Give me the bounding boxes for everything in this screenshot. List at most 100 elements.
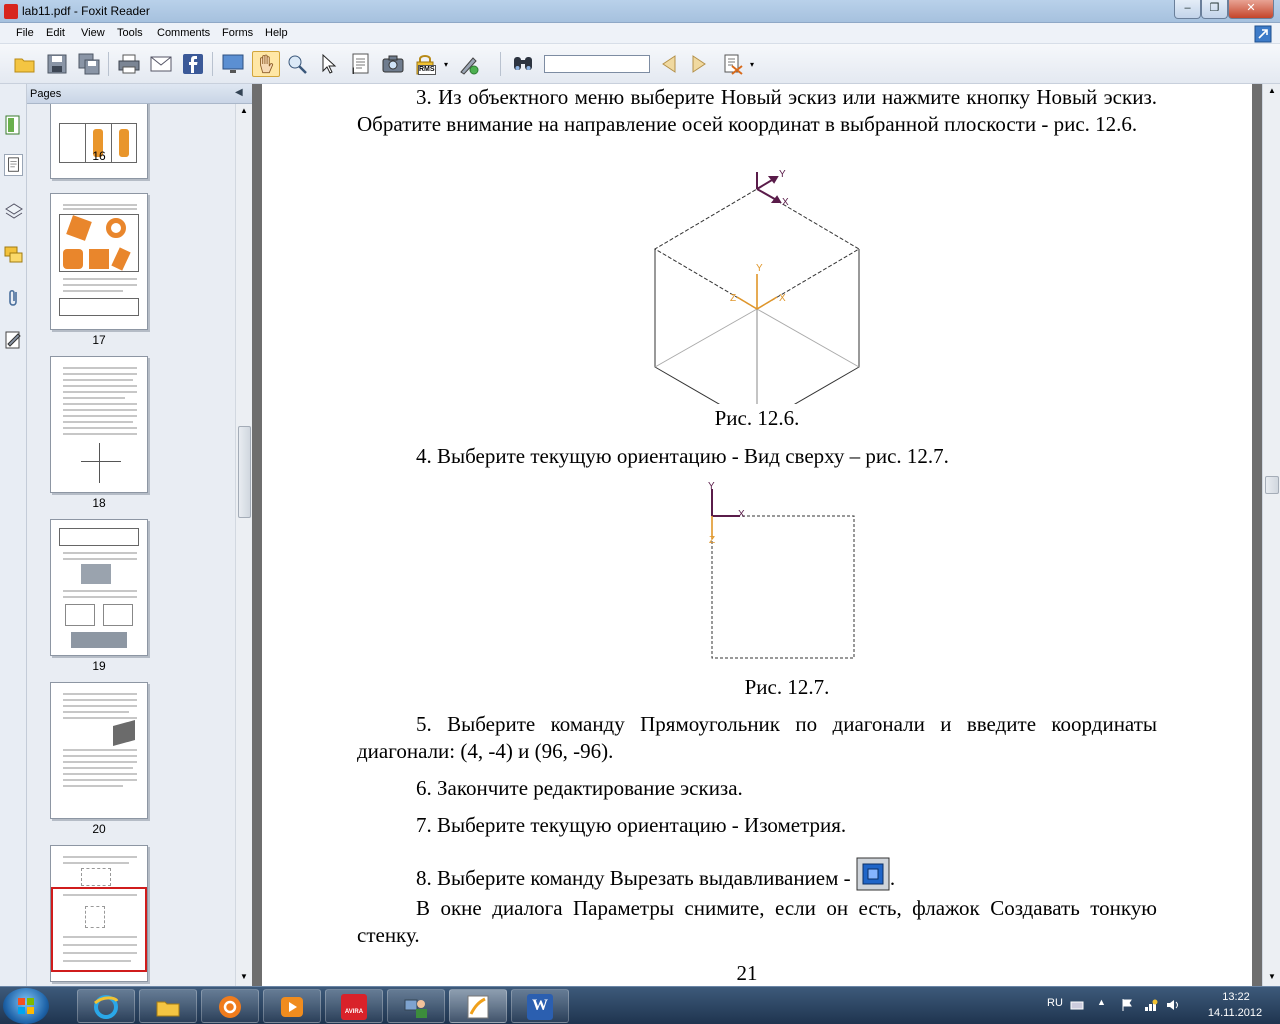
maximize-button[interactable]: ❐ — [1201, 0, 1228, 19]
keyboard-icon[interactable] — [1070, 998, 1084, 1012]
thumbnail-scrollbar[interactable]: ▲ ▼ — [235, 104, 252, 986]
print-icon[interactable] — [118, 53, 140, 75]
svg-text:I: I — [352, 66, 355, 75]
action-center-flag-icon[interactable] — [1120, 998, 1134, 1012]
volume-icon[interactable] — [1166, 998, 1180, 1012]
hand-tool-icon[interactable] — [252, 51, 280, 77]
restore-pane-icon[interactable] — [1254, 25, 1272, 43]
page-thumbnail-19[interactable] — [50, 519, 148, 656]
find-input[interactable] — [544, 55, 650, 73]
scroll-up-icon[interactable]: ▲ — [240, 106, 248, 115]
rms-icon[interactable]: RMS — [414, 53, 436, 75]
page-thumbnail-18[interactable] — [50, 356, 148, 493]
paragraph-6: 6. Закончите редактирование эскиза. — [416, 776, 743, 800]
menu-forms[interactable]: Forms — [222, 27, 253, 39]
taskbar-media-player[interactable] — [263, 989, 321, 1023]
avira-icon: AVIRA — [341, 994, 367, 1020]
scroll-down-icon[interactable]: ▼ — [240, 972, 248, 981]
select-text-icon[interactable] — [286, 53, 308, 75]
toolbar-separator — [108, 52, 109, 76]
document-view: 3. Из объектного меню выберите Новый эск… — [252, 84, 1262, 986]
signatures-icon[interactable] — [4, 329, 23, 351]
axis-x-label: X — [782, 197, 789, 208]
document-scrollbar[interactable]: ▲ ▼ — [1262, 84, 1280, 986]
layers-icon[interactable] — [4, 199, 23, 221]
figure-12-7-top-view: Y X Z — [708, 481, 855, 659]
page-thumbnail-17[interactable] — [50, 193, 148, 330]
find-icon[interactable] — [512, 53, 534, 75]
page-thumbnail-16[interactable] — [50, 104, 148, 179]
page-number-19: 19 — [92, 659, 106, 673]
clock-time[interactable]: 13:22 — [1205, 991, 1267, 1003]
comments-icon[interactable] — [4, 244, 23, 266]
language-indicator[interactable]: RU — [1047, 997, 1063, 1009]
camera-icon[interactable] — [382, 53, 404, 75]
page-thumbnail-20[interactable] — [50, 682, 148, 819]
doc-scroll-down-icon[interactable]: ▼ — [1268, 972, 1276, 981]
figure-12-7-caption: Рис. 12.7. — [744, 675, 830, 699]
rms-label: RMS — [418, 65, 436, 75]
explorer-icon — [156, 1001, 180, 1017]
taskbar-mail[interactable] — [201, 989, 259, 1023]
mail-icon — [219, 996, 241, 1018]
taskbar-ie[interactable] — [77, 989, 135, 1023]
axis-y-label: Y — [779, 169, 786, 180]
page-number: 21 — [736, 961, 758, 985]
sign-icon[interactable] — [458, 53, 480, 75]
title-bar: lab11.pdf - Foxit Reader – ❐ ✕ — [0, 0, 1280, 23]
network-status-icon[interactable] — [1144, 998, 1158, 1012]
menu-help[interactable]: Help — [265, 27, 288, 39]
paragraph-3: 3. Из объектного меню выберите Новый эск… — [357, 85, 1157, 136]
clock-date[interactable]: 14.11.2012 — [1198, 1007, 1272, 1019]
show-hidden-icons[interactable]: ▲ — [1097, 997, 1106, 1007]
save-icon[interactable] — [46, 53, 68, 75]
open-icon[interactable] — [14, 53, 36, 75]
menu-file[interactable]: File — [16, 27, 34, 39]
menu-comments[interactable]: Comments — [157, 27, 210, 39]
find-previous-icon[interactable] — [658, 53, 680, 75]
page-number-17: 17 — [92, 333, 106, 347]
thumbnail-scroll-thumb[interactable] — [238, 426, 251, 518]
attachments-icon[interactable] — [4, 287, 23, 309]
find-next-icon[interactable] — [688, 53, 710, 75]
taskbar-foxit-active[interactable] — [449, 989, 507, 1023]
facebook-icon[interactable] — [182, 53, 204, 75]
media-player-icon — [281, 997, 303, 1017]
collapse-panel-icon[interactable]: ◀ — [235, 87, 243, 98]
taskbar-explorer[interactable] — [139, 989, 197, 1023]
save-as-icon[interactable] — [78, 53, 100, 75]
menu-tools[interactable]: Tools — [117, 27, 143, 39]
document-scroll-thumb[interactable] — [1265, 476, 1279, 494]
fullscreen-icon[interactable] — [222, 53, 244, 75]
ie-icon — [94, 995, 119, 1019]
minimize-button[interactable]: – — [1174, 0, 1201, 19]
taskbar-avira[interactable]: AVIRA — [325, 989, 383, 1023]
windows-logo-icon — [18, 998, 34, 1014]
start-button[interactable] — [3, 988, 49, 1024]
axis-z-label: Z — [730, 293, 736, 304]
pages-panel-title: Pages — [30, 88, 62, 100]
axis-y-label-orange: Y — [756, 263, 763, 274]
select-icon[interactable] — [318, 53, 340, 75]
search-options-dropdown-icon[interactable]: ▾ — [750, 60, 754, 69]
axis-z-label-top: Z — [709, 535, 715, 546]
taskbar-network-app[interactable] — [387, 989, 445, 1023]
email-icon[interactable] — [150, 53, 172, 75]
doc-scroll-up-icon[interactable]: ▲ — [1268, 86, 1276, 95]
pages-icon[interactable] — [4, 154, 23, 176]
close-button[interactable]: ✕ — [1228, 0, 1274, 19]
menu-view[interactable]: View — [81, 27, 105, 39]
rms-dropdown-icon[interactable]: ▾ — [444, 60, 448, 69]
pdf-page: 3. Из объектного меню выберите Новый эск… — [262, 84, 1252, 986]
snapshot-icon[interactable]: I — [350, 53, 372, 75]
toolbar-separator — [500, 52, 501, 76]
taskbar-word[interactable]: W — [511, 989, 569, 1023]
bookmarks-icon[interactable] — [4, 114, 23, 136]
page-thumbnail-21[interactable] — [50, 845, 148, 982]
menu-edit[interactable]: Edit — [46, 27, 65, 39]
paragraph-9: В окне диалога Параметры снимите, если о… — [357, 896, 1157, 947]
menu-bar: File Edit View Tools Comments Forms Help — [0, 23, 1280, 44]
page-number-18: 18 — [92, 496, 106, 510]
search-options-icon[interactable] — [722, 53, 744, 75]
paragraph-8-text: 8. Выберите команду Вырезать выдавливани… — [416, 866, 851, 890]
